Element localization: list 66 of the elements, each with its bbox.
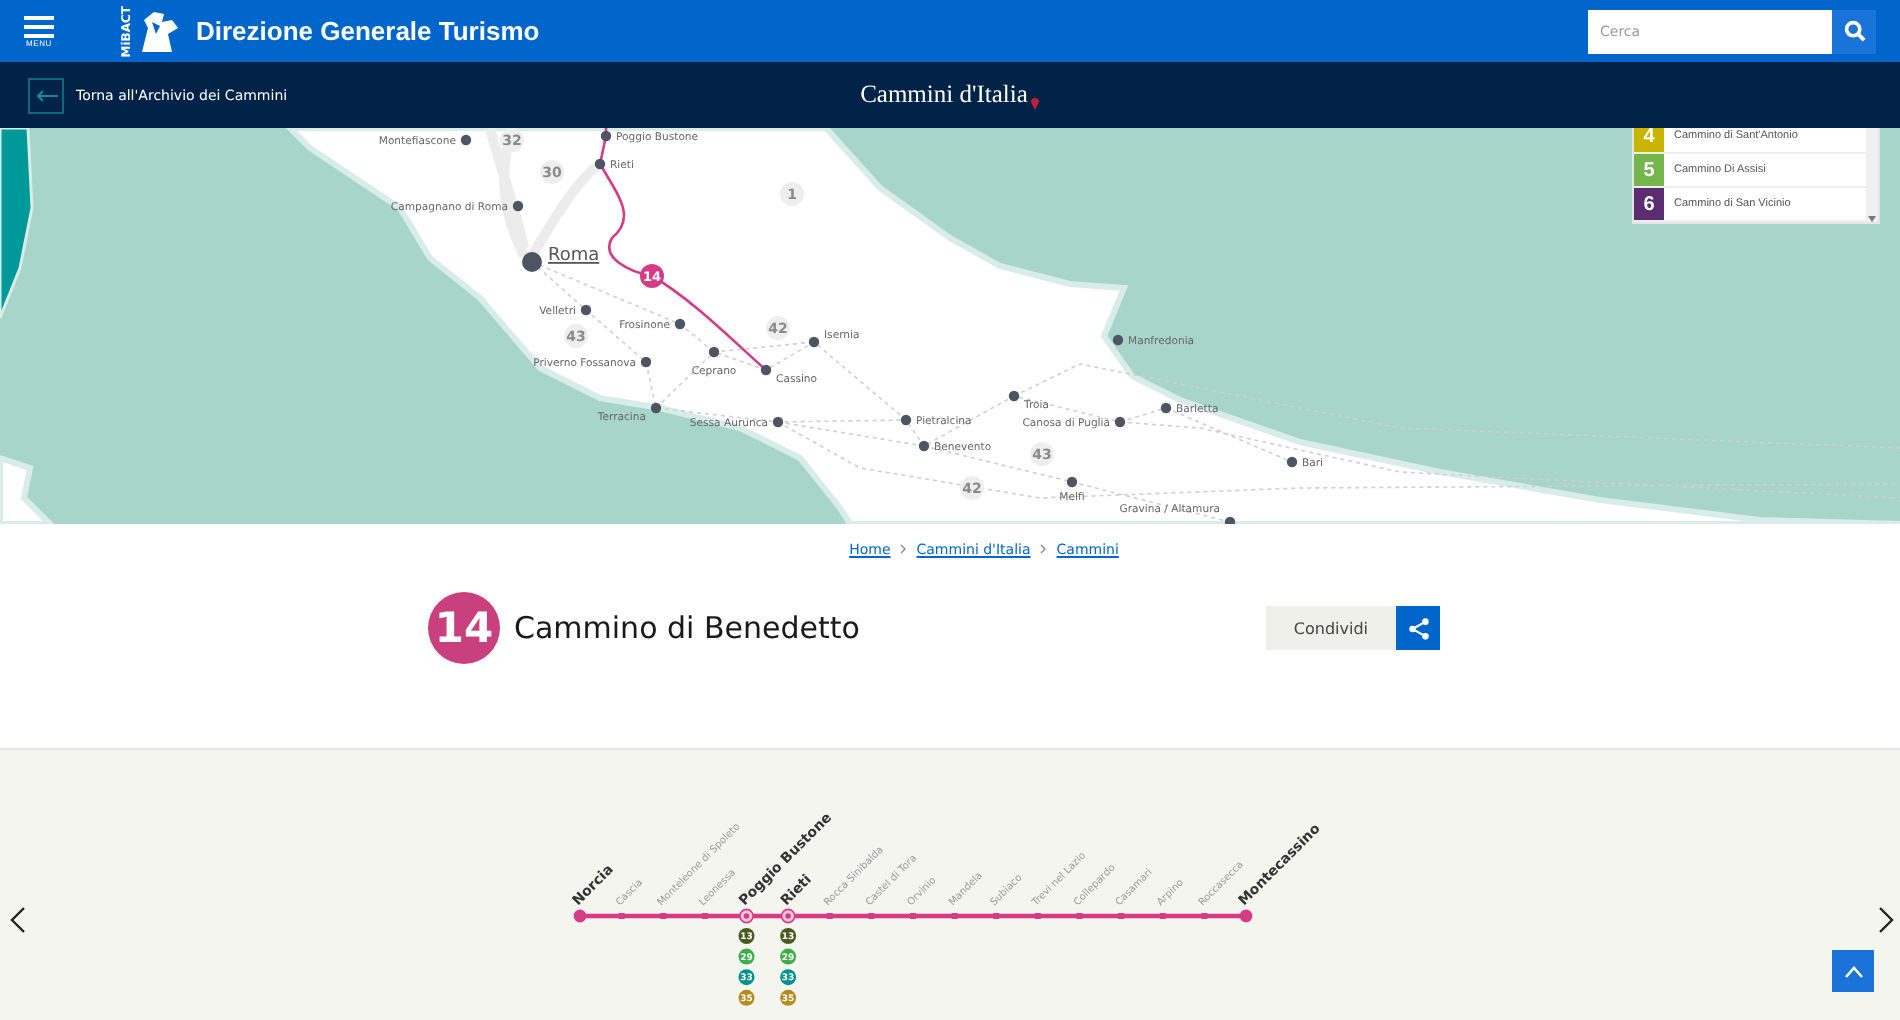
stop-marker <box>826 913 833 919</box>
town-marker <box>760 364 772 376</box>
town-marker <box>1286 456 1298 468</box>
town-marker <box>1160 402 1172 414</box>
stop-marker <box>660 913 667 919</box>
route-number: 6 <box>1634 188 1664 220</box>
stop-marker <box>701 913 708 919</box>
chevron-right-icon <box>1040 544 1047 554</box>
town-marker <box>918 440 930 452</box>
stop-marker <box>1118 913 1125 919</box>
stop-marker <box>618 913 625 919</box>
town-marker <box>1112 334 1124 346</box>
town-marker <box>808 336 820 348</box>
chevron-right-icon <box>1878 906 1894 934</box>
next-button[interactable] <box>1876 906 1896 934</box>
town-marker <box>708 346 720 358</box>
arrow-left-icon <box>35 89 57 101</box>
endpoint-marker <box>573 909 587 923</box>
stop-marker <box>1159 913 1166 919</box>
town-marker <box>650 402 662 414</box>
city-marker <box>522 252 542 272</box>
stop-marker <box>993 913 1000 919</box>
town-marker <box>640 356 652 368</box>
town-marker <box>600 130 612 142</box>
town-marker <box>512 200 524 212</box>
town-marker <box>1224 516 1236 524</box>
share-icon-button[interactable] <box>1396 606 1440 650</box>
town-marker <box>594 158 606 170</box>
share-button[interactable]: Condividi <box>1265 606 1396 650</box>
chevron-right-icon <box>900 544 907 554</box>
map-pin-icon <box>1029 96 1040 110</box>
town-marker <box>1008 390 1020 402</box>
junction-marker <box>780 908 796 924</box>
town-marker <box>900 414 912 426</box>
stop-marker <box>951 913 958 919</box>
stop-marker <box>868 913 875 919</box>
back-to-top-button[interactable] <box>1832 950 1874 992</box>
town-marker <box>674 318 686 330</box>
endpoint-marker <box>1239 909 1253 923</box>
logo-text: Cammini d'Italia <box>860 80 1028 110</box>
town-marker <box>772 416 784 428</box>
town-marker <box>1066 476 1078 488</box>
junction-marker <box>739 908 754 924</box>
site-title: Direzione Generale Turismo <box>196 16 540 46</box>
arrow-down-icon <box>1868 216 1876 222</box>
search-button[interactable] <box>1832 9 1876 53</box>
stop-marker <box>1076 913 1083 919</box>
share-icon <box>1407 617 1429 639</box>
stop-marker <box>1201 913 1208 919</box>
chevron-left-icon <box>10 906 26 934</box>
page-title: Cammino di Benedetto <box>514 610 860 646</box>
scrollbar[interactable] <box>1866 128 1878 222</box>
menu-icon <box>24 15 54 37</box>
chevron-up-icon <box>1843 965 1863 977</box>
town-marker <box>1114 416 1126 428</box>
route-number-badge: 14 <box>428 592 500 664</box>
town-marker <box>460 134 472 146</box>
previous-button[interactable] <box>8 906 28 934</box>
statue-logo-icon <box>136 7 180 55</box>
city-label: Roma <box>548 246 600 266</box>
stop-marker <box>910 913 916 919</box>
route-number: 5 <box>1634 154 1664 186</box>
search-icon <box>1843 20 1865 42</box>
town-marker <box>580 304 592 316</box>
stop-marker <box>1034 913 1041 919</box>
back-button[interactable] <box>28 77 64 113</box>
